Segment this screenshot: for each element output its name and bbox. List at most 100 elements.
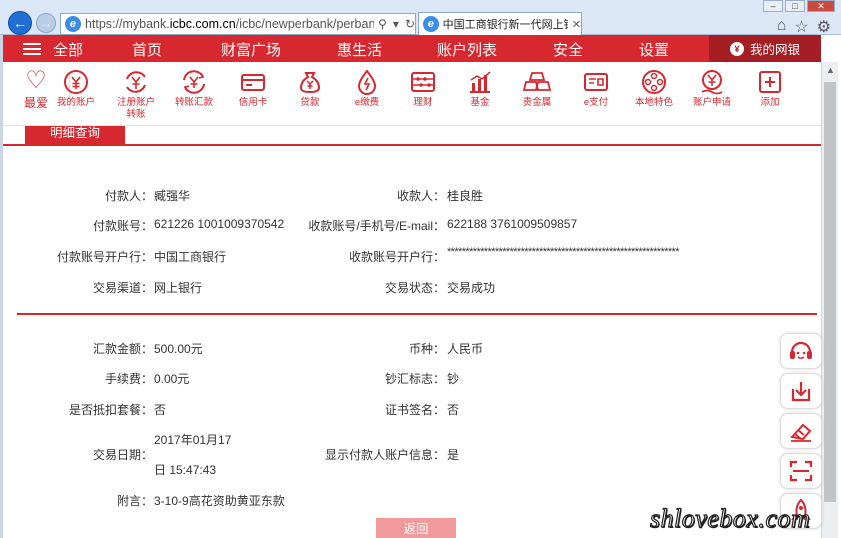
quick-access-label: 本地特色	[634, 97, 673, 108]
customer-service-button[interactable]	[780, 333, 822, 369]
search-icon[interactable]: ⚲	[378, 17, 387, 31]
quick-access-item[interactable]: 本地特色	[622, 68, 686, 109]
tab-detail-query[interactable]: 明细查询	[25, 126, 125, 146]
cert-sign-label: 证书签名：	[384, 403, 445, 417]
quick-access-item[interactable]: 添加	[738, 68, 802, 109]
quick-access-label: 基金	[470, 97, 490, 108]
vertical-scrollbar[interactable]: ▲	[821, 62, 838, 538]
payee-name-label: 收款人：	[396, 189, 445, 203]
nav-home[interactable]: 首页	[132, 39, 162, 60]
nav-security[interactable]: 安全	[553, 39, 583, 60]
currency-label: 币种：	[408, 342, 445, 356]
payee-bank-label: 收款账号开户行：	[348, 250, 445, 264]
payer-name-label: 付款人：	[104, 189, 153, 203]
yen-circle-icon	[62, 68, 90, 96]
my-bank-label: 我的网银	[749, 43, 800, 57]
quick-access-label: 贷款	[300, 97, 320, 108]
arrow-left-icon: ←	[13, 15, 27, 31]
back-button[interactable]: ←	[8, 11, 32, 35]
tab-title: 中国工商银行新一代网上银...	[442, 19, 568, 31]
quick-access-item[interactable]: 基金	[448, 68, 512, 109]
url-path: /icbc/newperbank/perbank3/fr	[235, 17, 375, 31]
quick-access-item[interactable]: e缴费	[335, 68, 399, 109]
abacus-icon	[409, 68, 437, 96]
quick-access-item[interactable]: 信用卡	[221, 68, 285, 109]
fee-value: 0.00元	[154, 372, 190, 386]
scan-icon	[789, 460, 813, 482]
maximize-button[interactable]: □	[785, 0, 805, 12]
close-window-button[interactable]: ✕	[807, 0, 835, 12]
tab-ie-icon: e	[423, 16, 439, 32]
ie-icon: e	[65, 16, 81, 32]
scan-button[interactable]	[780, 453, 822, 489]
hamburger-icon[interactable]	[23, 42, 41, 55]
minimize-button[interactable]: –	[763, 0, 783, 12]
package-value: 否	[154, 403, 167, 417]
plus-box-icon	[756, 68, 784, 96]
payee-account-value: 622188 3761009509857	[447, 217, 578, 231]
eraser-icon	[790, 423, 812, 442]
quick-access-item[interactable]: 转账汇款	[162, 68, 226, 109]
nav-wealth[interactable]: 财富广场	[221, 39, 281, 60]
quick-access-label: 注册账户 转账	[116, 97, 155, 120]
scroll-thumb[interactable]	[824, 82, 836, 502]
quick-access-label: 信用卡	[238, 97, 268, 108]
quick-access-item[interactable]: 贷款	[278, 68, 342, 109]
date-value-line1: 2017年01月17	[154, 433, 232, 447]
tab-strip: 明细查询	[3, 126, 821, 146]
refresh-icon[interactable]: ↻	[405, 17, 415, 31]
quick-access-label: 转账汇款	[174, 97, 213, 108]
download-icon	[791, 382, 811, 402]
quick-access-item[interactable]: 理财	[391, 68, 455, 109]
main-content: 明细查询 付款人： 臧强华 收款人： 桂良胜 付款账号： 621226 1001…	[3, 126, 821, 538]
home-icon[interactable]: ⌂	[777, 17, 787, 37]
star-icon[interactable]: ☆	[794, 17, 808, 37]
drop-icon	[353, 68, 381, 96]
quick-access-item[interactable]: 注册账户 转账	[104, 68, 168, 121]
watermark: shlovebox.com	[649, 503, 811, 533]
url-text[interactable]: https://mybank.icbc.com.cn/icbc/newperba…	[85, 17, 374, 31]
gold-bars-icon	[523, 68, 551, 96]
quick-access-label: 我的账户	[56, 97, 95, 108]
cert-sign-value: 否	[447, 403, 460, 417]
show-payer-value: 是	[447, 448, 460, 462]
credit-card-icon	[239, 68, 267, 96]
package-label: 是否抵扣套餐：	[68, 403, 153, 417]
nav-all[interactable]: 全部	[53, 39, 83, 60]
show-payer-label: 显示付款人账户信息：	[324, 448, 445, 462]
return-button[interactable]: 返回	[376, 518, 456, 538]
gear-icon[interactable]: ⚙	[817, 17, 831, 37]
cash-flag-label: 钞汇标志：	[384, 372, 445, 386]
quick-access-item[interactable]: 贵金属	[505, 68, 569, 109]
nav-accounts[interactable]: 账户列表	[437, 39, 497, 60]
download-button[interactable]	[780, 373, 822, 409]
quick-access-label: e缴费	[354, 97, 380, 108]
erase-button[interactable]	[780, 413, 822, 449]
my-bank-button[interactable]: ¥ 我的网银	[709, 35, 821, 62]
note-label: 附言：	[116, 494, 153, 508]
address-bar[interactable]: e https://mybank.icbc.com.cn/icbc/newper…	[60, 13, 416, 35]
payer-bank-label: 付款账号开户行：	[56, 250, 153, 264]
tab-close-icon[interactable]: ✕	[572, 18, 581, 31]
forward-button[interactable]: →	[36, 13, 56, 33]
scroll-up-arrow-icon[interactable]: ▲	[822, 62, 839, 78]
url-prefix: https://mybank.	[84, 17, 170, 31]
date-label: 交易日期：	[92, 448, 153, 462]
quick-access-label: 添加	[760, 97, 780, 108]
note-value: 3-10-9高花资助黄亚东款	[154, 494, 285, 508]
quick-access-item[interactable]: 账户申请	[680, 68, 744, 109]
window-controls: – □ ✕	[763, 0, 835, 12]
payer-bank-value: 中国工商银行	[154, 250, 227, 264]
yen-transfer-icon	[122, 68, 150, 96]
amount-value: 500.00元	[154, 342, 203, 356]
quick-access-item[interactable]: 我的账户	[44, 68, 108, 109]
money-bag-icon	[296, 68, 324, 96]
nav-settings[interactable]: 设置	[639, 39, 669, 60]
nav-life[interactable]: 惠生活	[337, 39, 382, 60]
quick-access-item[interactable]: e支付	[564, 68, 628, 109]
browser-toolbar: ← → e https://mybank.icbc.com.cn/icbc/ne…	[0, 0, 841, 37]
cash-flag-value: 钞	[447, 372, 460, 386]
payer-name-value: 臧强华	[154, 189, 191, 203]
browser-tab[interactable]: e 中国工商银行新一代网上银... ✕	[418, 12, 582, 35]
dropdown-icon[interactable]: ▾	[393, 17, 399, 31]
